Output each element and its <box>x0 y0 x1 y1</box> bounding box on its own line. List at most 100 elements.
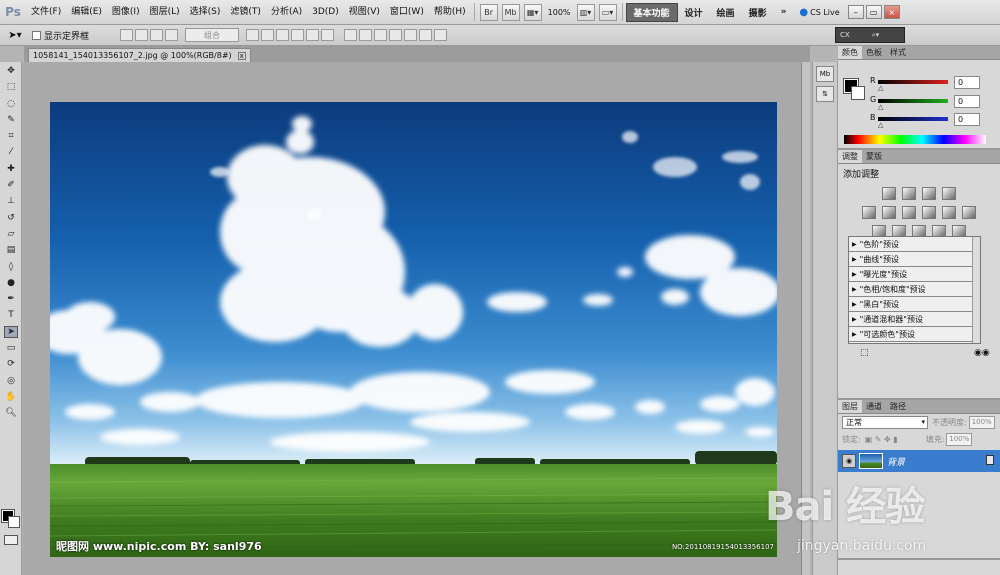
minibridge-panel-icon[interactable]: Mb <box>816 66 834 82</box>
lasso-tool-icon[interactable]: ◌ <box>4 98 18 110</box>
preset-channel-mixer[interactable]: ▶ "通道混和器"预设 <box>849 312 980 327</box>
document-image[interactable]: 昵图网 www.nipic.com BY: sanl976 NO:2011081… <box>50 102 777 557</box>
tab-paths[interactable]: 路径 <box>886 400 910 413</box>
red-value-field[interactable]: 0 <box>954 76 980 89</box>
align-icon-3[interactable] <box>150 29 164 41</box>
exposure-icon[interactable] <box>942 187 956 200</box>
blue-value-field[interactable]: 0 <box>954 113 980 126</box>
shape-tool-icon[interactable]: ▭ <box>4 342 18 354</box>
tab-layers[interactable]: 图层 <box>838 400 862 413</box>
document-tab[interactable]: 1058141_154013356107_2.jpg @ 100%(RGB/8#… <box>28 48 251 62</box>
fill-field[interactable]: 100% <box>946 433 973 446</box>
type-tool-icon[interactable]: T <box>4 309 18 321</box>
menu-file[interactable]: 文件(F) <box>26 0 66 25</box>
move-tool-preset-icon[interactable]: ➤▾ <box>0 30 30 41</box>
align-icon-2[interactable] <box>135 29 149 41</box>
vibrance-icon[interactable] <box>862 206 876 219</box>
photo-filter-icon[interactable] <box>942 206 956 219</box>
tab-adjustments[interactable]: 调整 <box>838 150 862 163</box>
align-left-icon[interactable] <box>291 29 305 41</box>
eye-icon[interactable]: ◉ <box>842 454 856 468</box>
curves-icon[interactable] <box>922 187 936 200</box>
menu-select[interactable]: 选择(S) <box>185 0 226 25</box>
clone-stamp-tool-icon[interactable]: ⊥ <box>4 195 18 207</box>
brush-tool-icon[interactable]: ✐ <box>4 179 18 191</box>
workspace-photography[interactable]: 摄影 <box>742 0 774 25</box>
channel-mixer-icon[interactable] <box>962 206 976 219</box>
minibridge-button[interactable]: Mb <box>501 3 520 21</box>
align-bottom-icon[interactable] <box>276 29 290 41</box>
show-bounds-checkbox[interactable] <box>32 30 41 40</box>
menu-filter[interactable]: 滤镜(T) <box>225 0 266 25</box>
menu-image[interactable]: 图像(I) <box>107 0 145 25</box>
menu-window[interactable]: 窗口(W) <box>385 0 429 25</box>
healing-brush-tool-icon[interactable]: ✚ <box>4 163 18 175</box>
distribute-icon-3[interactable] <box>374 29 388 41</box>
align-right-icon[interactable] <box>321 29 335 41</box>
quick-select-tool-icon[interactable]: ✎ <box>4 114 18 126</box>
adjustments-panel-menu-icon[interactable]: ◉◉ <box>974 348 990 358</box>
zoom-tool-icon[interactable]: 🔍︎ <box>4 407 18 419</box>
restore-button[interactable]: ▭ <box>865 5 882 19</box>
blue-slider[interactable] <box>878 117 948 121</box>
zoom-level[interactable]: 100% <box>544 8 575 17</box>
combine-button[interactable]: 组合 <box>185 28 240 42</box>
menu-view[interactable]: 视图(V) <box>344 0 385 25</box>
marquee-tool-icon[interactable]: ⬚ <box>4 81 18 93</box>
menu-analysis[interactable]: 分析(A) <box>266 0 307 25</box>
color-balance-icon[interactable] <box>902 206 916 219</box>
color-spectrum-bar[interactable] <box>844 135 986 144</box>
align-icon-1[interactable] <box>120 29 134 41</box>
3d-rotate-tool-icon[interactable]: ⟳ <box>4 358 18 370</box>
bridge-button[interactable]: Br <box>479 3 498 21</box>
blend-mode-select[interactable]: 正常 ▾ <box>842 416 928 429</box>
blur-tool-icon[interactable]: ◊ <box>4 261 18 273</box>
hue-saturation-icon[interactable] <box>882 206 896 219</box>
menu-help[interactable]: 帮助(H) <box>429 0 471 25</box>
tab-masks[interactable]: 蒙版 <box>862 150 886 163</box>
lock-icons[interactable]: ▣ ✎ ✥ ▮ <box>865 435 898 444</box>
distribute-icon-5[interactable] <box>404 29 418 41</box>
workspace-design[interactable]: 设计 <box>678 0 710 25</box>
workspace-more-button[interactable]: » <box>774 0 794 25</box>
dodge-tool-icon[interactable]: ● <box>4 277 18 289</box>
close-tab-icon[interactable]: x <box>237 51 246 60</box>
preset-selective-color[interactable]: ▶ "可选颜色"预设 <box>849 327 980 342</box>
layer-row-background[interactable]: ◉ 背景 <box>838 450 1000 472</box>
align-icon-4[interactable] <box>165 29 179 41</box>
green-slider-knob[interactable]: △ <box>878 103 883 111</box>
layer-name[interactable]: 背景 <box>887 455 905 468</box>
arrange-docs-dropdown[interactable]: ▥▾ <box>576 3 595 21</box>
path-select-tool-icon[interactable]: ➤ <box>4 325 18 338</box>
align-hcenter-icon[interactable] <box>306 29 320 41</box>
close-button[interactable]: × <box>883 5 900 19</box>
workspace-painting[interactable]: 绘画 <box>710 0 742 25</box>
crop-tool-icon[interactable]: ⌗ <box>4 130 18 142</box>
distribute-icon-2[interactable] <box>359 29 373 41</box>
red-slider-knob[interactable]: △ <box>878 84 883 92</box>
background-color-swatch[interactable] <box>8 516 20 528</box>
preset-curves[interactable]: ▶ "曲线"预设 <box>849 252 980 267</box>
screen-mode-dropdown[interactable]: ▭▾ <box>598 3 617 21</box>
menu-3d[interactable]: 3D(D) <box>307 0 344 25</box>
tab-swatches[interactable]: 色板 <box>862 46 886 59</box>
panel-background-swatch[interactable] <box>851 86 865 100</box>
workspace-essentials[interactable]: 基本功能 <box>625 2 678 22</box>
hand-tool-icon[interactable]: ✋ <box>4 391 18 403</box>
red-slider[interactable] <box>878 80 948 84</box>
eyedropper-tool-icon[interactable]: ⁄ <box>4 146 18 158</box>
cs-live-button[interactable]: ● CS Live <box>793 7 845 18</box>
tab-channels[interactable]: 通道 <box>862 400 886 413</box>
menu-layer[interactable]: 图层(L) <box>145 0 185 25</box>
preset-black-white[interactable]: ▶ "黑白"预设 <box>849 297 980 312</box>
distribute-icon-4[interactable] <box>389 29 403 41</box>
blue-slider-knob[interactable]: △ <box>878 121 883 129</box>
history-panel-icon[interactable]: ⇅ <box>816 86 834 102</box>
distribute-icon-6[interactable] <box>419 29 433 41</box>
brightness-icon[interactable] <box>882 187 896 200</box>
opacity-field[interactable]: 100% <box>968 416 995 429</box>
align-top-icon[interactable] <box>246 29 260 41</box>
clip-to-layer-icon[interactable]: ⬚ <box>860 348 869 358</box>
minimize-button[interactable]: – <box>847 5 864 19</box>
history-brush-tool-icon[interactable]: ↺ <box>4 212 18 224</box>
